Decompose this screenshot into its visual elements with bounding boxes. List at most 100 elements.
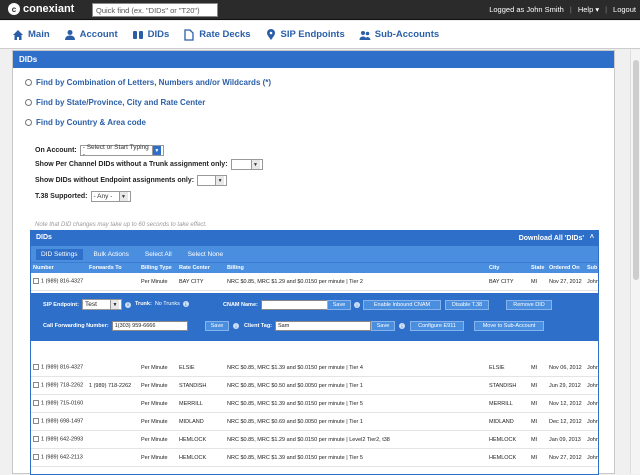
table-header: Number Forwards To Billing Type Rate Cen…	[31, 262, 598, 273]
cell-billing: NRC $0.85, MRC $1.29 and $0.0150 per min…	[227, 278, 363, 285]
select-all-button[interactable]: Select All	[140, 249, 177, 260]
sip-endpoint-select[interactable]: Test ▼	[81, 299, 122, 310]
help-link[interactable]: Help ▾	[578, 5, 599, 14]
radio-icon[interactable]	[25, 119, 32, 126]
sip-endpoint-group: SIP Endpoint: Test ▼ i	[43, 299, 131, 310]
cell-date: Nov 12, 2012	[549, 400, 582, 407]
table-row[interactable]: 1 (989) 816-4327 Per Minute BAY CITY NRC $0…	[31, 273, 598, 291]
info-icon[interactable]: i	[399, 323, 405, 329]
nav-main[interactable]: Main	[12, 29, 50, 41]
logo[interactable]: c conexiant	[8, 3, 74, 15]
info-icon[interactable]: i	[354, 302, 360, 308]
move-to-sub-account-button[interactable]: Move to Sub-Account	[474, 321, 544, 331]
search-option-state-city[interactable]: Find by State/Province, City and Rate Ce…	[25, 98, 205, 107]
no-endpoint-select[interactable]: ▼	[197, 175, 228, 186]
search-option-wildcards[interactable]: Find by Combination of Letters, Numbers …	[25, 78, 271, 87]
on-account-select[interactable]: - Select or Start Typing - ▼	[79, 144, 164, 158]
collapse-icon[interactable]: ˄	[590, 234, 594, 241]
row-checkbox[interactable]	[33, 436, 39, 443]
nav-dids-label: DIDs	[147, 29, 170, 40]
trunk-label: Trunk:	[135, 301, 152, 307]
t38-select[interactable]: - Any - ▼	[90, 191, 131, 202]
select-none-button[interactable]: Select None	[183, 249, 228, 260]
radio-icon[interactable]	[25, 99, 32, 106]
table-row[interactable]: 1 (989) 642-2993 Per Minute HEMLOCK NRC $0.…	[31, 431, 598, 449]
enable-inbound-cnam-button[interactable]: Enable Inbound CNAM	[363, 300, 441, 310]
cell-city: ELSIE	[489, 364, 505, 371]
call-forwarding-input[interactable]: 1(303) 959-6666	[111, 321, 188, 331]
table-row[interactable]: 1 (989) 698-1497 Per Minute MIDLAND NRC $0.…	[31, 413, 598, 431]
col-billing-type[interactable]: Billing Type	[139, 263, 177, 273]
cell-type: Per Minute	[141, 382, 168, 389]
quick-find-input[interactable]: Quick find (ex. "DIDs" or "T20")	[92, 3, 218, 17]
cell-type: Per Minute	[141, 400, 168, 407]
row-checkbox[interactable]	[33, 418, 39, 425]
tab-bulk-actions[interactable]: Bulk Actions	[89, 249, 134, 260]
cell-sub: John	[587, 278, 598, 285]
table-row[interactable]: 1 (989) 816-4327 Per Minute ELSIE NRC $0.85…	[31, 359, 598, 377]
table-row[interactable]: 1 (989) 715-0160 Per Minute MERRILL NRC $0.…	[31, 395, 598, 413]
cell-city: MERRILL	[489, 400, 513, 407]
info-icon[interactable]: i	[124, 301, 131, 308]
tab-did-settings[interactable]: DID Settings	[36, 248, 83, 260]
per-channel-select[interactable]: ▼	[230, 159, 263, 170]
col-rate-center[interactable]: Rate Center	[177, 263, 225, 273]
info-icon[interactable]: i	[182, 301, 189, 307]
radio-icon[interactable]	[25, 79, 32, 86]
remove-did-button[interactable]: Remove DID	[506, 300, 552, 310]
nav-dids[interactable]: DIDs	[132, 29, 170, 41]
search-option-country-area[interactable]: Find by Country & Area code	[25, 118, 146, 127]
col-state[interactable]: State	[529, 263, 547, 273]
nav-sub-accounts[interactable]: Sub-Accounts	[359, 29, 439, 41]
nav-sip-endpoints[interactable]: SIP Endpoints	[265, 28, 345, 41]
scrollbar[interactable]	[630, 50, 640, 474]
client-tag-input[interactable]: Sam	[275, 321, 372, 331]
row-checkbox[interactable]	[33, 454, 39, 461]
cell-date: Nov 06, 2012	[549, 364, 582, 371]
col-ordered-on[interactable]: Ordered On	[547, 263, 585, 273]
row-checkbox[interactable]	[33, 400, 39, 407]
configure-e911-button[interactable]: Configure E911	[410, 321, 464, 331]
col-billing[interactable]: Billing	[225, 263, 487, 273]
col-forwards-to[interactable]: Forwards To	[87, 263, 139, 273]
table-row[interactable]: 1 (989) 642-2113 Per Minute HEMLOCK NRC $0.…	[31, 449, 598, 467]
per-channel-label: Show Per Channel DIDs without a Trunk as…	[35, 161, 228, 168]
call-forwarding-group: Call Forwarding Number: 1(303) 959-6666	[43, 321, 188, 331]
cell-billing: NRC $0.85, MRC $0.50 and $0.0050 per min…	[227, 382, 363, 389]
cell-city: STANDISH	[489, 382, 517, 389]
row-checkbox[interactable]	[33, 278, 39, 285]
info-icon[interactable]: i	[233, 323, 239, 329]
logo-mark-icon: c	[8, 3, 20, 15]
search-option-label: Find by Country & Area code	[36, 118, 146, 127]
scrollbar-thumb[interactable]	[633, 60, 639, 280]
cell-date: Nov 27, 2012	[549, 454, 582, 461]
col-sub[interactable]: Sub	[585, 263, 598, 273]
t38-row: T.38 Supported: - Any - ▼	[35, 191, 131, 202]
on-account-row: On Account: - Select or Start Typing - ▼	[35, 144, 164, 158]
cell-rc: STANDISH	[179, 382, 207, 389]
col-city[interactable]: City	[487, 263, 529, 273]
client-tag-save-button[interactable]: Save	[371, 321, 395, 331]
cell-number: 1 (989) 718-2262	[31, 382, 87, 389]
nav-account[interactable]: Account	[64, 29, 118, 41]
col-number[interactable]: Number	[31, 263, 87, 273]
logout-link[interactable]: Logout	[613, 5, 636, 14]
cnam-input[interactable]	[260, 300, 337, 310]
call-forwarding-save-button[interactable]: Save	[205, 321, 229, 331]
cnam-save-button[interactable]: Save	[327, 300, 351, 310]
cell-city: MIDLAND	[489, 418, 514, 425]
row-checkbox[interactable]	[33, 382, 39, 389]
chevron-down-icon: ▼	[151, 146, 161, 155]
sip-endpoint-value: Test	[84, 301, 97, 308]
chevron-down-icon: ▼	[250, 160, 260, 169]
nav-rate-decks[interactable]: Rate Decks	[183, 28, 251, 41]
disable-t38-button[interactable]: Disable T.38	[445, 300, 489, 310]
panel-header: DIDs Download All 'DIDs' ˄	[31, 231, 598, 246]
download-all-link[interactable]: Download All 'DIDs'	[519, 235, 584, 242]
t38-value: - Any -	[93, 193, 113, 200]
divider: |	[605, 5, 608, 14]
cell-billing: NRC $0.85, MRC $0.69 and $0.0050 per min…	[227, 418, 363, 425]
table-row[interactable]: 1 (989) 718-2262 1 (989) 718-2262 Per Minu…	[31, 377, 598, 395]
row-checkbox[interactable]	[33, 364, 39, 371]
cell-billing: NRC $0.85, MRC $1.39 and $0.0150 per min…	[227, 454, 363, 461]
